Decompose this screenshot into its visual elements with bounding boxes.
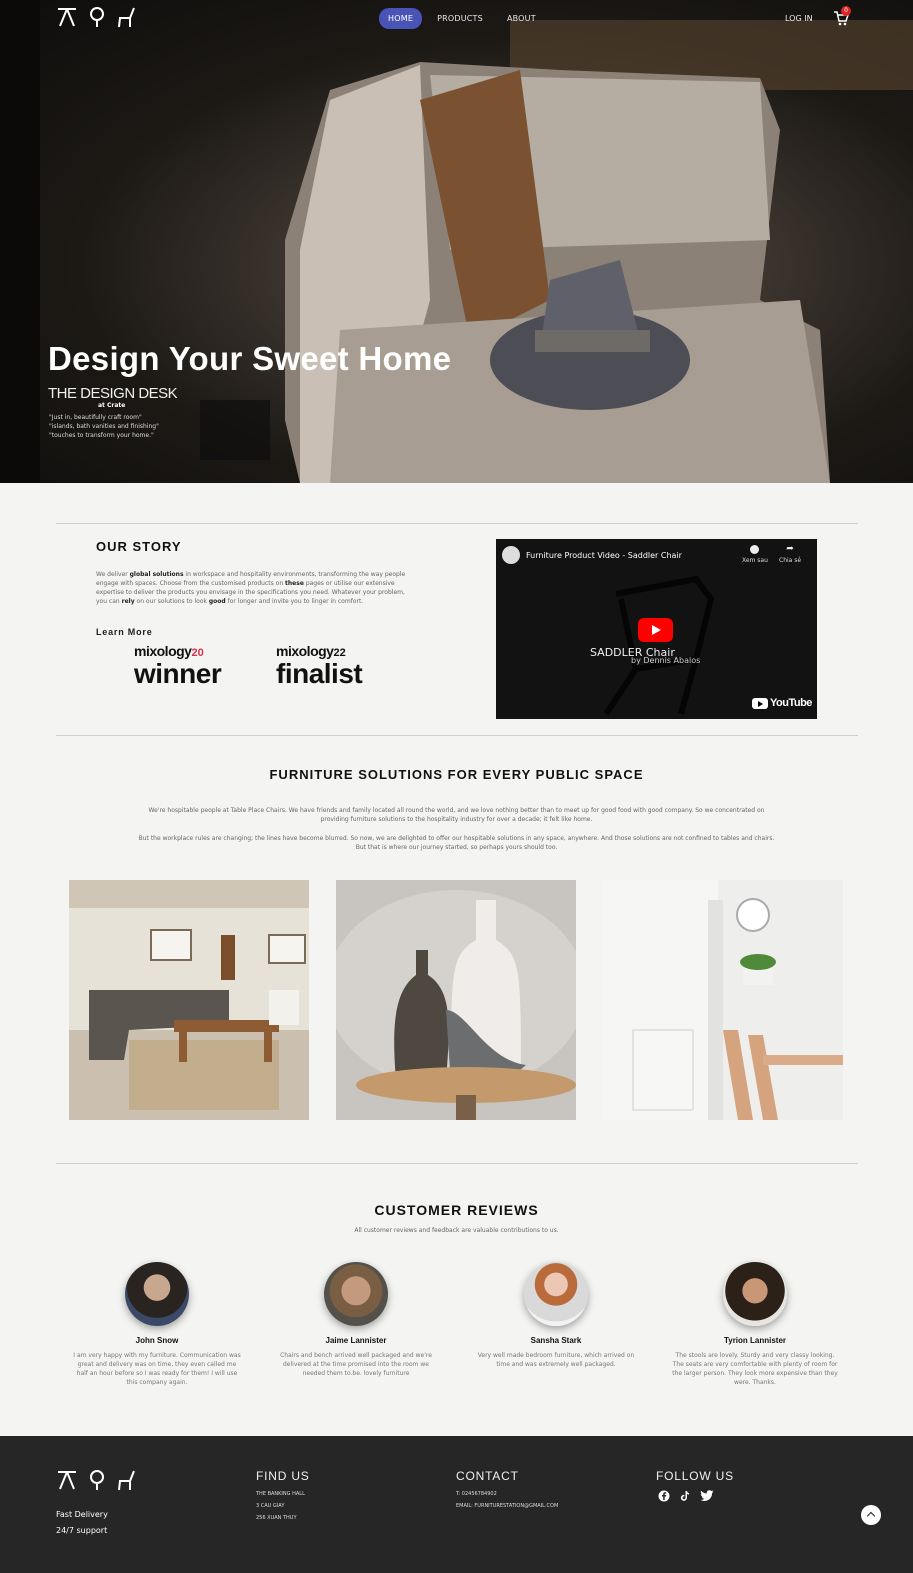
login-link[interactable]: LOG IN — [785, 14, 813, 23]
cart-count-badge: 0 — [841, 6, 851, 16]
play-button[interactable] — [638, 618, 673, 642]
contact-title: CONTACT — [456, 1469, 519, 1483]
hero-description: "Just in, beautifully craft room" "islan… — [49, 413, 179, 440]
main-nav: HOME PRODUCTS ABOUT — [379, 8, 551, 29]
video-embed[interactable]: Furniture Product Video - Saddler Chair … — [496, 539, 817, 719]
review-text: I am very happy with my furniture. Commu… — [73, 1352, 241, 1386]
hero-desc-line: "Just in, beautifully craft room" — [49, 414, 142, 421]
chair-icon — [118, 7, 135, 28]
divider — [56, 735, 858, 736]
table-icon — [58, 8, 76, 27]
learn-more-link[interactable]: Learn More — [96, 627, 153, 637]
nav-products[interactable]: PRODUCTS — [428, 8, 492, 29]
nav-about[interactable]: ABOUT — [498, 8, 545, 29]
review-card: Sansha Stark Very well made bedroom furn… — [471, 1262, 641, 1369]
review-text: Chairs and bench arrived well packaged a… — [280, 1352, 432, 1377]
email[interactable]: EMAIL: FURNITURESTATION@GMAIL.COM — [456, 1503, 558, 1509]
review-name: Tyrion Lannister — [723, 1336, 787, 1345]
address-line: 256 XUAN THUY — [256, 1515, 297, 1521]
review-name: Sansha Stark — [530, 1336, 582, 1345]
dining-room-photo — [603, 880, 843, 1120]
youtube-icon — [752, 697, 768, 709]
share-button[interactable]: ➦ Chia sẻ — [779, 544, 802, 565]
facebook-icon[interactable] — [658, 1490, 670, 1502]
award-label: winner — [134, 658, 222, 689]
reviews-subtitle: All customer reviews and feedback are va… — [354, 1227, 559, 1234]
review-name: John Snow — [135, 1336, 179, 1345]
address-line: THE BANKING HALL — [256, 1491, 305, 1497]
avatar — [723, 1262, 787, 1326]
video-title[interactable]: Furniture Product Video - Saddler Chair — [526, 551, 682, 560]
living-room-photo — [69, 880, 309, 1120]
lamp-icon — [90, 1470, 104, 1490]
phone[interactable]: T: 02456784902 — [456, 1491, 497, 1497]
clock-icon — [750, 545, 760, 554]
support-hours: 24/7 support — [56, 1526, 108, 1535]
award-brand: mixology — [276, 643, 334, 659]
hero-subtitle: THE DESIGN DESK — [48, 385, 178, 402]
fast-delivery: Fast Delivery — [56, 1510, 108, 1519]
solutions-text: But the workplace rules are changing; th… — [138, 835, 775, 851]
footer-logo[interactable] — [56, 1469, 138, 1491]
address-line: 3 CAU GIAY — [256, 1503, 285, 1509]
hero-banner: HOME PRODUCTS ABOUT LOG IN 0 Design Your… — [0, 0, 913, 483]
nav-home[interactable]: HOME — [379, 8, 423, 29]
twitter-icon[interactable] — [700, 1490, 714, 1502]
story-text: We deliver global solutions in workspace… — [96, 571, 406, 605]
award-finalist: mixology22 finalist — [276, 643, 363, 689]
site-footer: Fast Delivery 24/7 support FIND US THE B… — [0, 1436, 913, 1573]
table-icon — [58, 1471, 76, 1490]
review-card: John Snow I am very happy with my furnit… — [72, 1262, 242, 1387]
chair-icon — [118, 1470, 135, 1491]
lamp-icon — [90, 7, 104, 27]
scroll-to-top-button[interactable] — [861, 1505, 881, 1525]
reviews-title: CUSTOMER REVIEWS — [374, 1202, 539, 1218]
hero-title: Design Your Sweet Home — [48, 340, 452, 377]
brand-logo[interactable] — [56, 6, 138, 28]
share-icon: ➦ — [786, 544, 794, 554]
review-text: The stools are lovely. Sturdy and very c… — [672, 1352, 838, 1386]
solutions-text: We're hospitable people at Table Place C… — [148, 807, 765, 823]
avatar — [125, 1262, 189, 1326]
avatar — [524, 1262, 588, 1326]
story-title: OUR STORY — [96, 539, 182, 554]
review-card: Jaime Lannister Chairs and bench arrived… — [271, 1262, 441, 1378]
video-byline: by Dennis Abalos — [631, 656, 701, 665]
hero-desc-line: "touches to transform your home." — [49, 432, 154, 439]
divider — [56, 1163, 858, 1164]
review-name: Jaime Lannister — [325, 1336, 387, 1345]
solutions-title: FURNITURE SOLUTIONS FOR EVERY PUBLIC SPA… — [269, 767, 644, 782]
review-text: Very well made bedroom furniture, which … — [477, 1352, 635, 1368]
find-us-title: FIND US — [256, 1469, 310, 1483]
watch-later-button[interactable]: Xem sau — [742, 545, 768, 564]
hero-sofa-image — [0, 0, 913, 483]
award-label: finalist — [276, 658, 363, 689]
award-winner: mixology20 winner — [134, 643, 222, 689]
share-label: Chia sẻ — [779, 557, 802, 564]
award-brand: mixology — [134, 643, 192, 659]
avatar — [324, 1262, 388, 1326]
youtube-label: YouTube — [770, 697, 812, 709]
watch-later-label: Xem sau — [742, 557, 768, 564]
hero-desc-line: "islands, bath vanities and finishing" — [49, 423, 159, 430]
follow-us-title: FOLLOW US — [656, 1469, 734, 1483]
review-card: Tyrion Lannister The stools are lovely. … — [670, 1262, 840, 1387]
youtube-logo[interactable]: YouTube — [752, 697, 812, 709]
vases-photo — [336, 880, 576, 1120]
divider — [56, 523, 858, 524]
channel-avatar[interactable] — [502, 546, 520, 564]
video-header: Furniture Product Video - Saddler Chair — [502, 546, 682, 564]
hero-at: at Crate — [98, 402, 126, 409]
tiktok-icon[interactable] — [679, 1490, 691, 1502]
